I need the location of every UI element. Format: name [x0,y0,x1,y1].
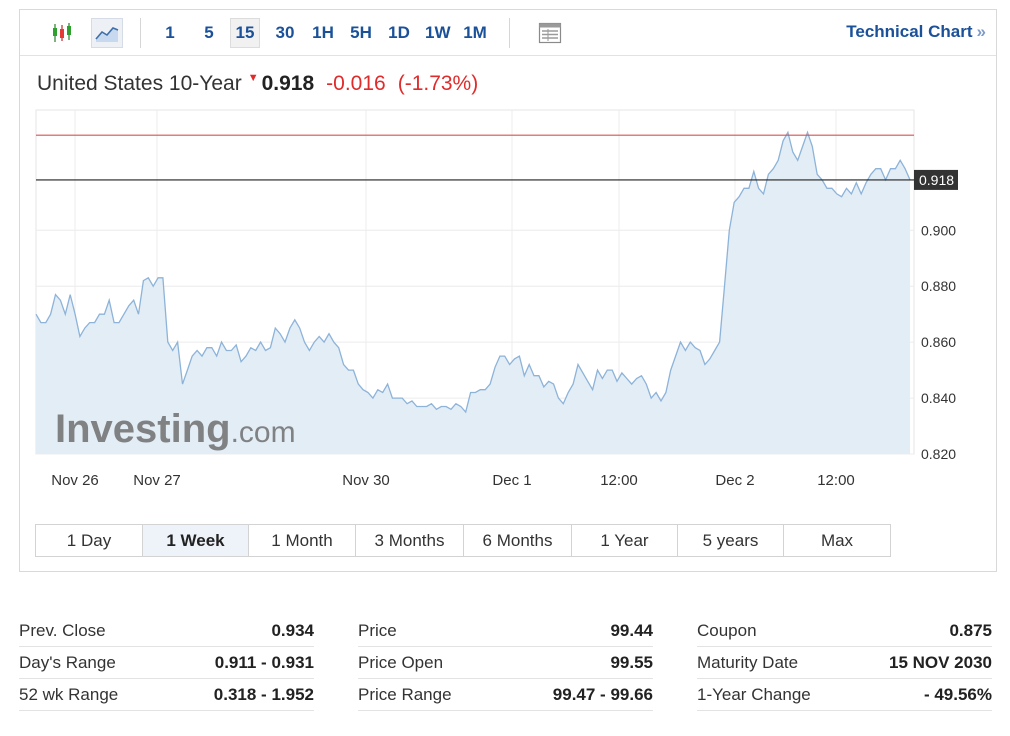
stat-label: 1-Year Change [697,684,811,704]
x-axis-label: Nov 27 [133,472,181,489]
range-1-day[interactable]: 1 Day [36,525,143,556]
y-axis-label: 0.840 [921,390,956,406]
stat-value: 0.875 [949,620,992,640]
stat-value: 99.47 - 99.66 [552,684,653,704]
x-axis-label: Nov 26 [51,472,99,489]
x-axis-label: Dec 2 [715,472,754,489]
range-1-month[interactable]: 1 Month [249,525,356,556]
x-axis-label: 12:00 [817,472,855,489]
stat-value: - 49.56% [923,684,992,704]
y-axis-label: 0.820 [921,446,956,462]
range-5-years[interactable]: 5 years [678,525,784,556]
stats-column-2: Price 99.44 Price Open 99.55 Price Range 99… [358,615,653,711]
stat-value: 0.911 - 0.931 [214,652,314,672]
range-max[interactable]: Max [784,525,890,556]
stat-label: Price Range [358,684,452,704]
stat-row: Prev. Close 0.934 [19,615,314,647]
stat-row: Price 99.44 [358,615,653,647]
stat-label: Day's Range [19,652,116,672]
x-axis-label: Nov 30 [342,472,390,489]
stat-value: 99.55 [610,652,653,672]
stat-label: 52 wk Range [19,684,119,704]
stat-label: Coupon [697,620,757,640]
stat-label: Price [358,620,397,640]
last-price-tag-label: 0.918 [919,172,954,188]
stat-label: Maturity Date [697,652,799,672]
y-axis-label: 0.860 [921,334,956,350]
stat-row: 1-Year Change - 49.56% [697,679,992,711]
chart-widget: 1 5 15 30 1H 5H 1D 1W 1M Technical Chart… [19,9,997,572]
stat-row: Maturity Date 15 NOV 2030 [697,647,992,679]
range-3-months[interactable]: 3 Months [356,525,464,556]
watermark-domain: .com [231,416,296,449]
stat-value: 99.44 [610,620,653,640]
stat-row: Price Open 99.55 [358,647,653,679]
range-1-year[interactable]: 1 Year [572,525,678,556]
x-axis-label: 12:00 [600,472,638,489]
stat-label: Price Open [358,652,444,672]
stats-column-1: Prev. Close 0.934 Day's Range 0.911 - 0.93… [19,615,314,711]
stat-row: Day's Range 0.911 - 0.931 [19,647,314,679]
y-axis-label: 0.900 [921,222,956,238]
x-axis-label: Dec 1 [492,472,531,489]
stats-column-3: Coupon 0.875 Maturity Date 15 NOV 2030 1-Y… [697,615,992,711]
range-selector: 1 Day 1 Week 1 Month 3 Months 6 Months 1… [35,524,891,557]
stat-row: 52 wk Range 0.318 - 1.952 [19,679,314,711]
stat-value: 0.318 - 1.952 [213,684,314,704]
watermark-brand: Investing [55,407,231,451]
stat-value: 15 NOV 2030 [888,652,992,672]
stat-label: Prev. Close [19,620,106,640]
stat-row: Coupon 0.875 [697,615,992,647]
stat-value: 0.934 [271,620,314,640]
range-1-week[interactable]: 1 Week [143,525,249,556]
price-chart[interactable]: 0.900 0.880 0.860 0.840 0.820 0.918 Nov 26 Nov … [20,10,996,510]
y-axis-label: 0.880 [921,278,956,294]
range-6-months[interactable]: 6 Months [464,525,572,556]
stat-row: Price Range 99.47 - 99.66 [358,679,653,711]
